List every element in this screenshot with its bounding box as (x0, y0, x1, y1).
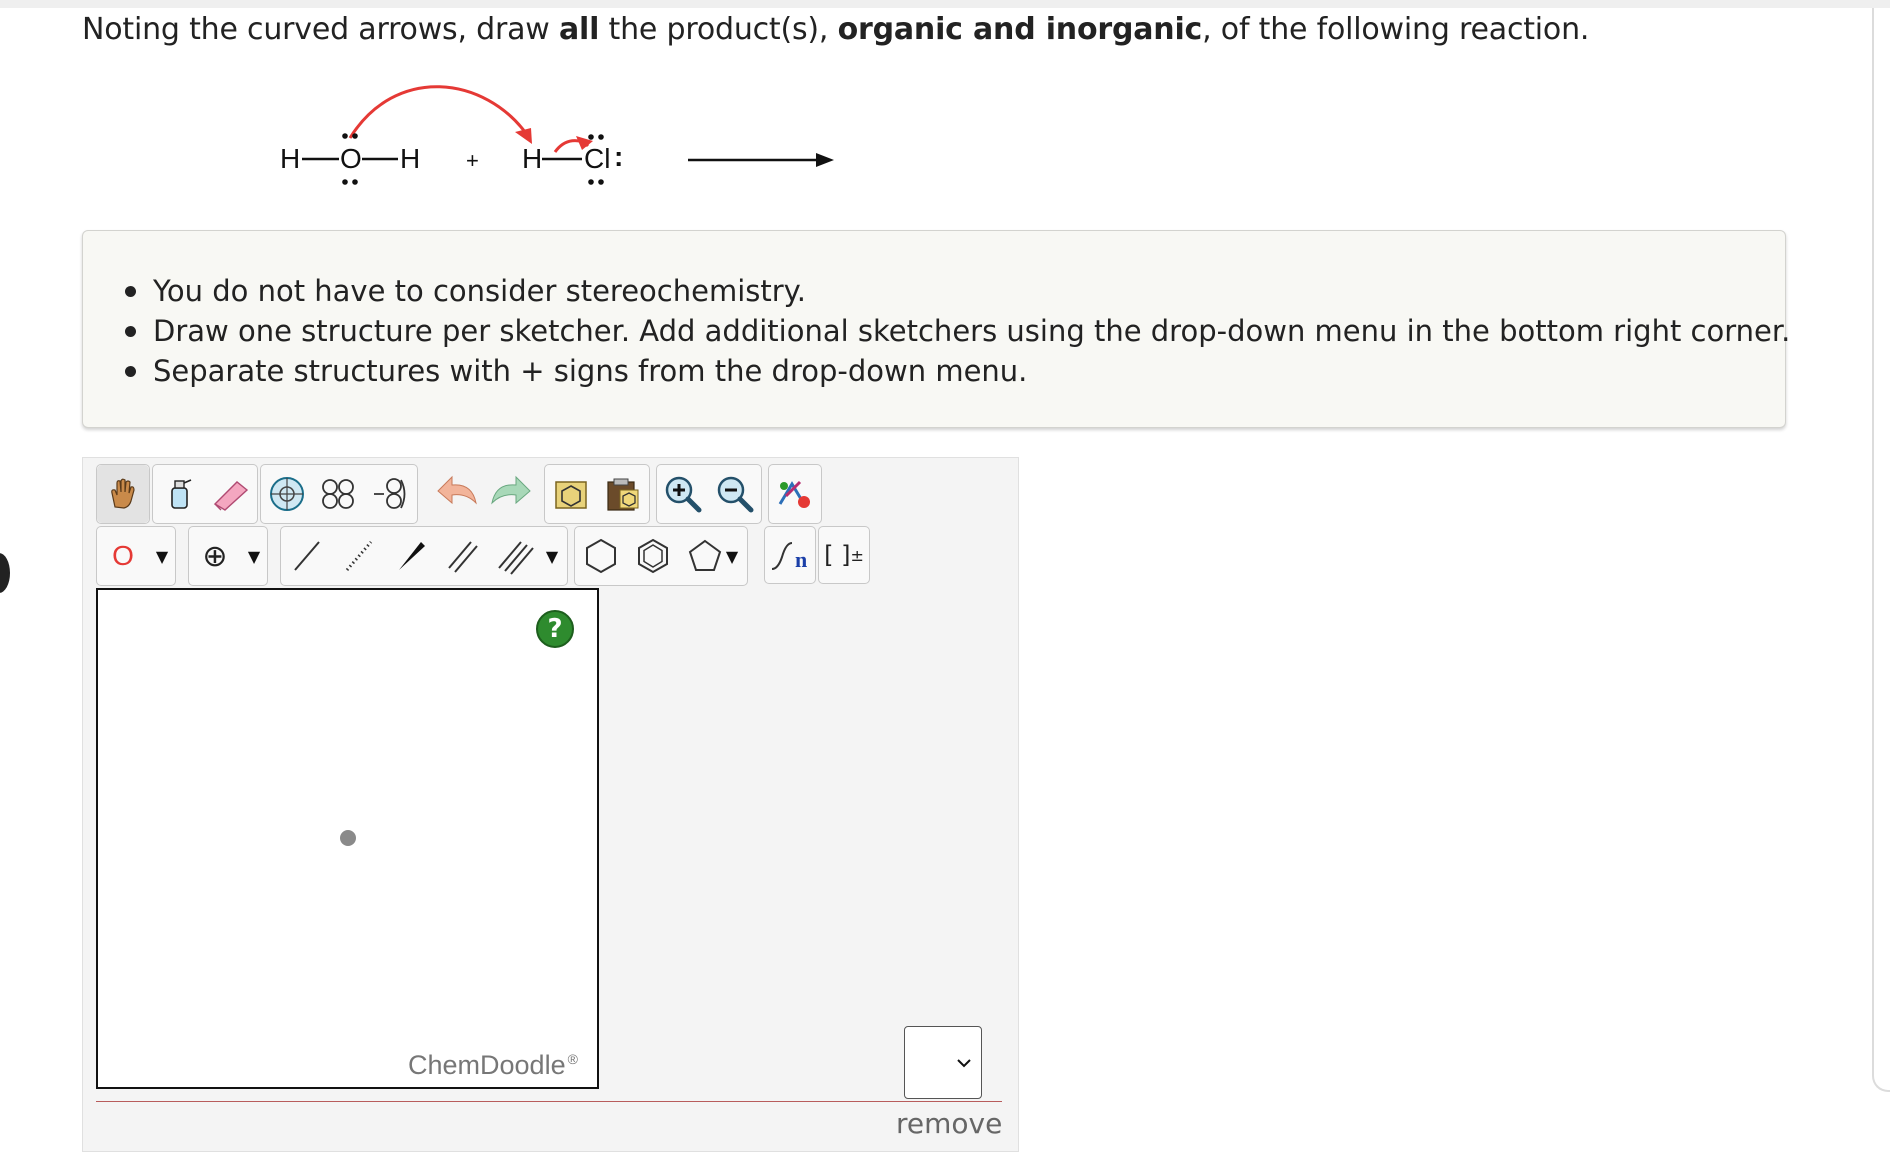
lone-pair-dot (342, 133, 348, 139)
curved-arrow-o-to-h (348, 85, 530, 139)
instruction-item: Separate structures with + signs from th… (124, 351, 1790, 391)
eraser-icon[interactable] (205, 465, 257, 523)
bracket-charge-button[interactable]: [ ] ± (818, 526, 870, 584)
ring-dropdown-arrow[interactable]: ▼ (719, 527, 745, 585)
benzene-ring-icon[interactable] (627, 527, 679, 585)
toolbar-group-templates (544, 464, 650, 524)
instructions-list: You do not have to consider stereochemis… (124, 271, 1790, 391)
toolbar-group-clean (768, 464, 822, 524)
chemdoodle-logo: ChemDoodle ® (408, 1050, 578, 1081)
reaction-svg: H O H + H Cl : (280, 85, 834, 185)
instruction-item: You do not have to consider stereochemis… (124, 271, 1790, 311)
lone-pair-dot (598, 134, 604, 140)
question-part: the product(s), (599, 12, 838, 47)
hand-pan-icon[interactable] (97, 465, 149, 523)
zoom-out-icon[interactable] (709, 465, 761, 523)
repeat-n-label: n (795, 547, 808, 572)
reaction-arrow-head (816, 153, 834, 167)
toolbar-group-zoom (656, 464, 762, 524)
redo-icon[interactable] (484, 464, 536, 522)
divider-line (96, 1101, 1002, 1102)
lone-pair-dot (352, 179, 358, 185)
chevron-down-icon (957, 1058, 971, 1067)
undo-icon[interactable] (432, 464, 484, 522)
clean-structure-icon[interactable] (769, 465, 821, 523)
repeat-unit-button[interactable]: n (764, 526, 816, 584)
lone-pair-dot (352, 133, 358, 139)
lone-pair-dot (342, 179, 348, 185)
zoom-in-icon[interactable] (657, 465, 709, 523)
flip-vertical-icon[interactable] (365, 465, 417, 523)
add-sketcher-dropdown[interactable] (904, 1026, 982, 1099)
lone-pair-dot (588, 179, 594, 185)
wedge-bond-icon[interactable] (385, 527, 437, 585)
water-h-left: H (280, 143, 300, 174)
remove-link[interactable]: remove (896, 1107, 1002, 1140)
toolbar-group-transform (260, 464, 418, 524)
flip-horizontal-icon[interactable] (313, 465, 365, 523)
toolbar-group-bonds: ▼ (280, 526, 568, 586)
edge-handle (0, 553, 10, 593)
center-icon[interactable] (261, 465, 313, 523)
lone-pair-dot (588, 134, 594, 140)
chemdoodle-reg-mark: ® (567, 1051, 578, 1067)
help-button[interactable]: ? (536, 610, 574, 648)
charge-plus-button[interactable]: ⊕ (189, 527, 241, 585)
hcl-h: H (522, 143, 542, 174)
bracket-charge-label: ± (850, 545, 864, 565)
template-icon[interactable] (545, 465, 597, 523)
curved-arrow-head (515, 128, 532, 144)
reaction-scheme: H O H + H Cl : (0, 80, 900, 210)
sketcher-canvas[interactable]: ? ChemDoodle ® (96, 588, 599, 1089)
hcl-cl: Cl (584, 143, 610, 174)
charge-dropdown-arrow[interactable]: ▼ (241, 527, 267, 585)
toolbar-group-clear-erase (152, 464, 258, 524)
toolbar-group-atom: O ▼ (96, 526, 176, 586)
toolbar-group-charge: ⊕ ▼ (188, 526, 268, 586)
toolbar-group-hand (96, 464, 150, 524)
double-bond-icon[interactable] (437, 527, 489, 585)
reaction-plus: + (466, 148, 479, 173)
toolbar-group-history (432, 464, 536, 522)
question-emphasis-organic-inorganic: organic and inorganic (837, 12, 1203, 47)
chemdoodle-logo-text: ChemDoodle (408, 1050, 566, 1080)
bond-dropdown-arrow[interactable]: ▼ (539, 527, 565, 585)
instruction-item: Draw one structure per sketcher. Add add… (124, 311, 1790, 351)
water-o: O (340, 143, 362, 174)
atom-label-button[interactable]: O (97, 527, 149, 585)
question-emphasis-all: all (558, 12, 600, 47)
atom-dropdown-arrow[interactable]: ▼ (149, 527, 175, 585)
clear-bottle-icon[interactable] (153, 465, 205, 523)
bracket-label: [ ] (824, 541, 851, 569)
question-part: , of the following reaction. (1202, 12, 1590, 47)
toolbar-group-rings: ▼ (574, 526, 748, 586)
water-h-right: H (400, 143, 420, 174)
cl-lone-pair-right: : (614, 141, 623, 172)
lone-pair-dot (598, 179, 604, 185)
triple-bond-icon[interactable] (489, 527, 541, 585)
top-bar (0, 0, 1890, 8)
toolbar-group-repeat: n [ ] ± (764, 526, 870, 584)
single-bond-icon[interactable] (281, 527, 333, 585)
question-part: Noting the curved arrows, draw (82, 12, 559, 47)
clipboard-icon[interactable] (597, 465, 649, 523)
question-text: Noting the curved arrows, draw all the p… (82, 12, 1589, 47)
hashed-bond-icon[interactable] (333, 527, 385, 585)
scroll-edge (1872, 8, 1890, 1092)
cyclohexane-ring-icon[interactable] (575, 527, 627, 585)
canvas-cursor-dot (340, 830, 356, 846)
instructions-box: You do not have to consider stereochemis… (82, 230, 1790, 428)
